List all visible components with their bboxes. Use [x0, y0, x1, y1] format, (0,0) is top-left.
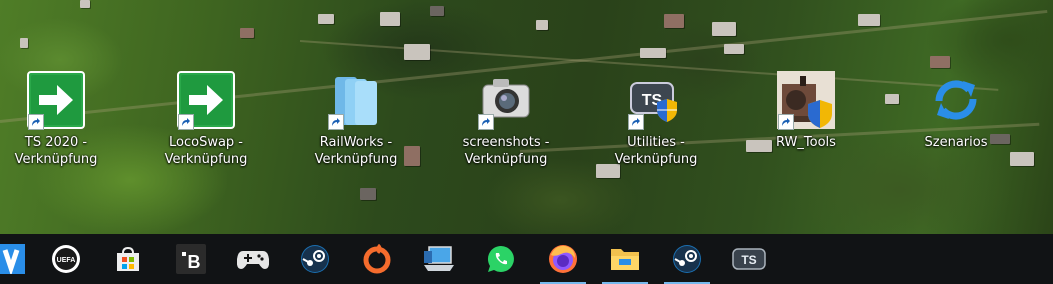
wallpaper-roof: [858, 14, 880, 26]
icon-label: Szenarios: [924, 135, 988, 150]
wallpaper-roof: [724, 44, 744, 54]
taskbar-file-explorer[interactable]: [600, 234, 650, 284]
desktop-icon-locoswap[interactable]: LocoSwap - Verknüpfung: [150, 70, 262, 178]
taskbar-whatsapp[interactable]: [476, 234, 526, 284]
wallpaper-roof: [404, 44, 430, 60]
wallpaper-roof: [536, 20, 548, 30]
wallpaper-roof: [664, 14, 684, 28]
vpn-v-icon: [0, 244, 25, 274]
shortcut-arrow-icon: [478, 114, 494, 130]
blue-sync-icon: [926, 70, 986, 130]
desktop-icon-rw-tools[interactable]: RW_Tools: [750, 70, 862, 178]
taskbar-train-simulator[interactable]: TS: [724, 234, 774, 284]
shortcut-arrow-icon: [28, 114, 44, 130]
shortcut-arrow-icon: [178, 114, 194, 130]
icon-label: screenshots - Verknüpfung: [462, 135, 550, 167]
wallpaper-roof: [80, 0, 90, 8]
icon-label: TS 2020 - Verknüpfung: [14, 135, 98, 167]
desktop-icon-szenarios[interactable]: Szenarios: [900, 70, 1012, 178]
ts-shield-icon: TS: [626, 70, 686, 130]
steam-icon: [673, 245, 701, 273]
train-simulator-icon: TS: [732, 248, 766, 270]
desktop-icon-screenshots[interactable]: screenshots - Verknüpfung: [450, 70, 562, 178]
shortcut-arrow-icon: [628, 114, 644, 130]
desktop-icon-ts2020[interactable]: TS 2020 - Verknüpfung: [0, 70, 112, 178]
taskbar-laptop[interactable]: [414, 234, 464, 284]
icon-label: RW_Tools: [776, 135, 836, 150]
desktop-icon-railworks[interactable]: RailWorks - Verknüpfung: [300, 70, 412, 178]
laptop-icon: [424, 246, 454, 271]
uefa-icon: UEFA: [52, 245, 80, 273]
taskbar-vpn[interactable]: [0, 234, 28, 284]
camera-icon: [476, 70, 536, 130]
steam-icon: [301, 245, 329, 273]
microsoft-store-icon: [117, 246, 139, 271]
wallpaper-roof: [360, 188, 376, 200]
wallpaper-roof: [1010, 152, 1034, 166]
wallpaper-roof: [318, 14, 334, 24]
icon-label: Utilities - Verknüpfung: [614, 135, 698, 167]
desktop-icon-utilities[interactable]: TS Utilities - Verknüpfung: [600, 70, 712, 178]
taskbar-firefox[interactable]: [538, 234, 588, 284]
gamepad-icon: [237, 251, 269, 269]
taskbar-b-app[interactable]: B: [166, 234, 216, 284]
wallpaper-roof: [712, 22, 736, 36]
taskbar-microsoft-store[interactable]: [103, 234, 153, 284]
wallpaper-roof: [380, 12, 400, 26]
wallpaper-roof: [930, 56, 950, 68]
green-arrow-shortcut-icon: [26, 70, 86, 130]
shortcut-arrow-icon: [778, 114, 794, 130]
origin-icon: [363, 244, 391, 274]
svg-text:UEFA: UEFA: [57, 257, 76, 264]
green-arrow-shortcut-icon: [176, 70, 236, 130]
locomotive-shield-icon: [776, 70, 836, 130]
taskbar-steam[interactable]: [290, 234, 340, 284]
svg-text:TS: TS: [741, 253, 756, 267]
icon-label: LocoSwap - Verknüpfung: [164, 135, 248, 167]
shortcut-arrow-icon: [328, 114, 344, 130]
taskbar-uefa[interactable]: UEFA: [41, 234, 91, 284]
wallpaper-roof: [640, 48, 666, 58]
wallpaper-roof: [240, 28, 254, 38]
wallpaper-roof: [20, 38, 28, 48]
taskbar-steam-running[interactable]: [662, 234, 712, 284]
taskbar-gamepad[interactable]: [228, 234, 278, 284]
taskbar: UEFA B TS: [0, 234, 1053, 284]
icon-label: RailWorks - Verknüpfung: [314, 135, 398, 167]
whatsapp-icon: [487, 245, 514, 272]
wallpaper-roof: [885, 94, 899, 104]
taskbar-origin[interactable]: [352, 234, 402, 284]
svg-text:B: B: [188, 252, 201, 272]
folder-stack-icon: [326, 70, 386, 130]
wallpaper-roof: [430, 6, 444, 16]
file-explorer-icon: [611, 249, 639, 270]
desktop-wallpaper: TS 2020 - Verknüpfung LocoSwap - Verknüp…: [0, 0, 1053, 234]
b-app-icon: B: [176, 244, 206, 274]
firefox-icon: [549, 245, 577, 273]
